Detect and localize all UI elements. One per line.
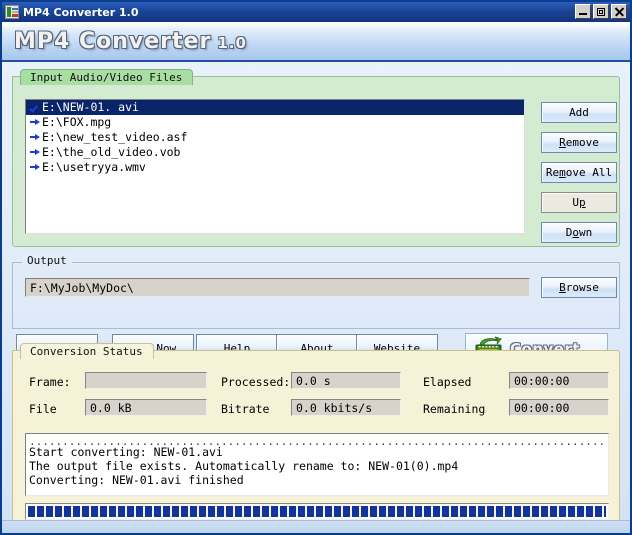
list-item[interactable]: E:\usetryya.wmv [26,160,524,175]
remove-all-button-label: Remove All [545,166,613,179]
frame-value [85,372,207,389]
log-line: Converting: NEW-01.avi finished [29,473,244,487]
move-up-button-label: Up [572,196,586,209]
main-content: E:\NEW-01. avi E:\FOX.mpg E:\new_test_vi… [2,62,630,533]
app-icon [5,5,19,19]
elapsed-value-text: 00:00:00 [514,373,570,388]
banner-title: MP4 Converter 1.0 [14,29,247,54]
remaining-label: Remaining [423,402,486,416]
add-button[interactable]: Add [541,102,617,123]
app-banner: MP4 Converter 1.0 [2,22,630,62]
add-button-label: Add [569,106,589,119]
banner-app-name: MP4 Converter [14,28,212,54]
bitrate-value-text: 0.0 kbits/s [296,400,373,415]
frame-label: Frame: [29,375,71,389]
arrow-icon [29,161,42,174]
processed-label: Processed: [221,375,291,389]
log-line: Start converting: NEW-01.avi [29,445,223,459]
window-title: MP4 Converter 1.0 [23,5,139,19]
conversion-status-group-label: Conversion Status [20,343,154,359]
list-item-label: E:\NEW-01. avi [42,100,139,114]
remaining-value-text: 00:00:00 [514,400,570,415]
log-line: The output file exists. Automatically re… [29,459,459,473]
remove-all-button[interactable]: Remove All [541,162,617,183]
remove-button[interactable]: Remove [541,132,617,153]
output-path-value: F:\MyJob\MyDoc\ [30,280,134,295]
move-down-button[interactable]: Down [541,222,617,243]
list-item-label: E:\new_test_video.asf [42,130,188,144]
window-controls [575,4,627,19]
conversion-log[interactable]: ........................................… [25,433,609,496]
output-group-label: Output [22,254,72,267]
banner-version: 1.0 [217,33,247,52]
processed-value-text: 0.0 s [296,373,331,388]
arrow-icon [29,131,42,144]
file-value-text: 0.0 kB [90,400,132,415]
list-item[interactable]: E:\the_old_video.vob [26,145,524,160]
check-icon [29,101,42,114]
input-files-panel: E:\NEW-01. avi E:\FOX.mpg E:\new_test_vi… [12,76,620,247]
browse-button[interactable]: Browse [541,277,617,298]
output-path-input[interactable]: F:\MyJob\MyDoc\ [25,278,530,297]
maximize-button[interactable] [593,4,609,19]
conversion-status-panel: Frame: File 0.0 kB Processed: 0.0 s Bitr… [12,350,620,527]
input-files-group-label: Input Audio/Video Files [20,69,194,85]
input-files-group: E:\NEW-01. avi E:\FOX.mpg E:\new_test_vi… [12,69,620,247]
conversion-status-group: Frame: File 0.0 kB Processed: 0.0 s Bitr… [12,343,620,527]
title-bar: MP4 Converter 1.0 [2,2,630,22]
progress-bar [25,503,609,520]
file-label: File [29,402,57,416]
remove-button-label: Remove [559,136,599,149]
input-file-list[interactable]: E:\NEW-01. avi E:\FOX.mpg E:\new_test_vi… [25,99,525,234]
minimize-button[interactable] [575,4,591,19]
processed-value: 0.0 s [291,372,401,389]
output-group: F:\MyJob\MyDoc\ Browse Output [12,254,620,329]
elapsed-label: Elapsed [423,375,472,389]
list-item-label: E:\the_old_video.vob [42,145,181,159]
list-item[interactable]: E:\FOX.mpg [26,115,524,130]
move-up-button[interactable]: Up [541,192,617,213]
output-panel: F:\MyJob\MyDoc\ Browse [12,262,620,329]
browse-button-label: Browse [559,281,599,294]
progress-bar-fill [28,506,606,517]
elapsed-value: 00:00:00 [509,372,609,389]
close-button[interactable] [611,4,627,19]
move-down-button-label: Down [565,226,593,239]
file-value: 0.0 kB [85,399,207,416]
log-separator: ........................................… [29,436,605,445]
list-item[interactable]: E:\NEW-01. avi [26,100,524,115]
status-strip [2,520,630,533]
remaining-value: 00:00:00 [509,399,609,416]
arrow-icon [29,116,42,129]
list-item-label: E:\usetryya.wmv [42,160,146,174]
arrow-icon [29,146,42,159]
list-item-label: E:\FOX.mpg [42,115,112,129]
bitrate-label: Bitrate [221,402,270,416]
application-window: MP4 Converter 1.0 MP4 Converter 1.0 E:\NE… [0,0,632,535]
bitrate-value: 0.0 kbits/s [291,399,401,416]
list-item[interactable]: E:\new_test_video.asf [26,130,524,145]
